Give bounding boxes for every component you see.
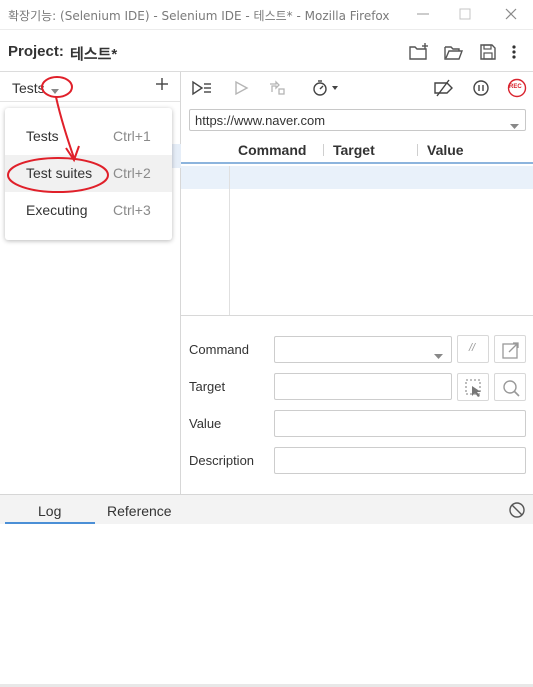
comment-toggle-label: //	[469, 342, 476, 354]
tab-log[interactable]: Log	[38, 503, 61, 519]
add-test-button[interactable]	[155, 77, 169, 95]
log-output	[0, 524, 533, 687]
plus-icon	[156, 78, 168, 90]
minimize-icon[interactable]	[415, 6, 431, 22]
selected-test-row[interactable]	[172, 144, 181, 168]
menu-item-label: Test suites	[26, 165, 93, 181]
select-element-icon	[465, 379, 481, 397]
find-target-button[interactable]	[494, 373, 526, 401]
open-project-icon[interactable]	[443, 42, 464, 62]
value-label: Value	[189, 416, 222, 431]
run-all-tests-icon[interactable]	[191, 78, 211, 98]
new-project-icon[interactable]	[408, 42, 428, 62]
chevron-down-icon[interactable]	[51, 84, 59, 94]
disable-breakpoints-icon[interactable]	[433, 78, 453, 98]
run-current-test-icon[interactable]	[232, 78, 252, 98]
commands-table-header: Command Target Value	[181, 137, 533, 164]
record-label: REC	[509, 84, 522, 90]
project-header: Project: 테스트*	[0, 30, 533, 72]
chevron-down-icon[interactable]	[434, 348, 443, 363]
comment-toggle-button[interactable]: //	[457, 335, 489, 363]
close-icon[interactable]	[503, 6, 519, 22]
description-field[interactable]	[274, 447, 526, 474]
open-external-icon	[502, 342, 519, 359]
window-titlebar: 확장기능: (Selenium IDE) - Selenium IDE - 테스…	[0, 0, 533, 30]
menu-item-executing[interactable]: Executing Ctrl+3	[5, 192, 172, 229]
menu-item-label: Tests	[26, 128, 59, 144]
select-target-button[interactable]	[457, 373, 489, 401]
column-value: Value	[427, 142, 464, 158]
speed-timer-icon[interactable]	[311, 78, 338, 98]
maximize-icon[interactable]	[457, 6, 473, 22]
project-name[interactable]: 테스트*	[70, 43, 117, 64]
menu-item-shortcut: Ctrl+2	[113, 165, 151, 181]
console-tabs: Log Reference	[0, 494, 533, 524]
table-divider	[181, 315, 533, 316]
menu-item-shortcut: Ctrl+1	[113, 128, 151, 144]
tests-view-menu: Tests Ctrl+1 Test suites Ctrl+2 Executin…	[5, 108, 172, 240]
row-number-divider	[229, 166, 230, 316]
tab-reference[interactable]: Reference	[107, 503, 172, 519]
clear-log-icon[interactable]	[508, 501, 526, 519]
chevron-down-icon[interactable]	[510, 118, 519, 129]
search-icon	[503, 380, 520, 397]
column-divider	[417, 144, 418, 156]
command-field[interactable]	[274, 336, 452, 363]
save-project-icon[interactable]	[478, 42, 498, 62]
menu-item-label: Executing	[26, 202, 88, 218]
more-options-icon[interactable]	[508, 42, 528, 62]
base-url-value: https://www.naver.com	[195, 113, 326, 128]
pause-on-exceptions-icon[interactable]	[471, 78, 491, 98]
target-label: Target	[189, 379, 226, 394]
table-row[interactable]	[181, 166, 533, 189]
column-divider	[323, 144, 324, 156]
project-label: Project:	[8, 43, 64, 60]
playback-toolbar: REC	[181, 72, 533, 103]
target-field[interactable]	[274, 373, 452, 400]
column-command: Command	[238, 142, 307, 158]
description-label: Description	[189, 453, 255, 468]
column-target: Target	[333, 142, 375, 158]
menu-item-tests[interactable]: Tests Ctrl+1	[5, 118, 172, 155]
tests-panel-header: Tests	[0, 72, 180, 102]
menu-item-shortcut: Ctrl+3	[113, 202, 151, 218]
window-title: 확장기능: (Selenium IDE) - Selenium IDE - 테스…	[8, 9, 390, 23]
step-over-icon[interactable]	[267, 78, 287, 98]
base-url-select[interactable]: https://www.naver.com	[189, 109, 526, 131]
record-button[interactable]: REC	[506, 78, 527, 98]
command-label: Command	[189, 342, 249, 357]
open-reference-button[interactable]	[494, 335, 526, 363]
value-field[interactable]	[274, 410, 526, 437]
menu-item-test-suites[interactable]: Test suites Ctrl+2	[5, 155, 172, 192]
tests-view-selector[interactable]: Tests	[12, 80, 45, 96]
